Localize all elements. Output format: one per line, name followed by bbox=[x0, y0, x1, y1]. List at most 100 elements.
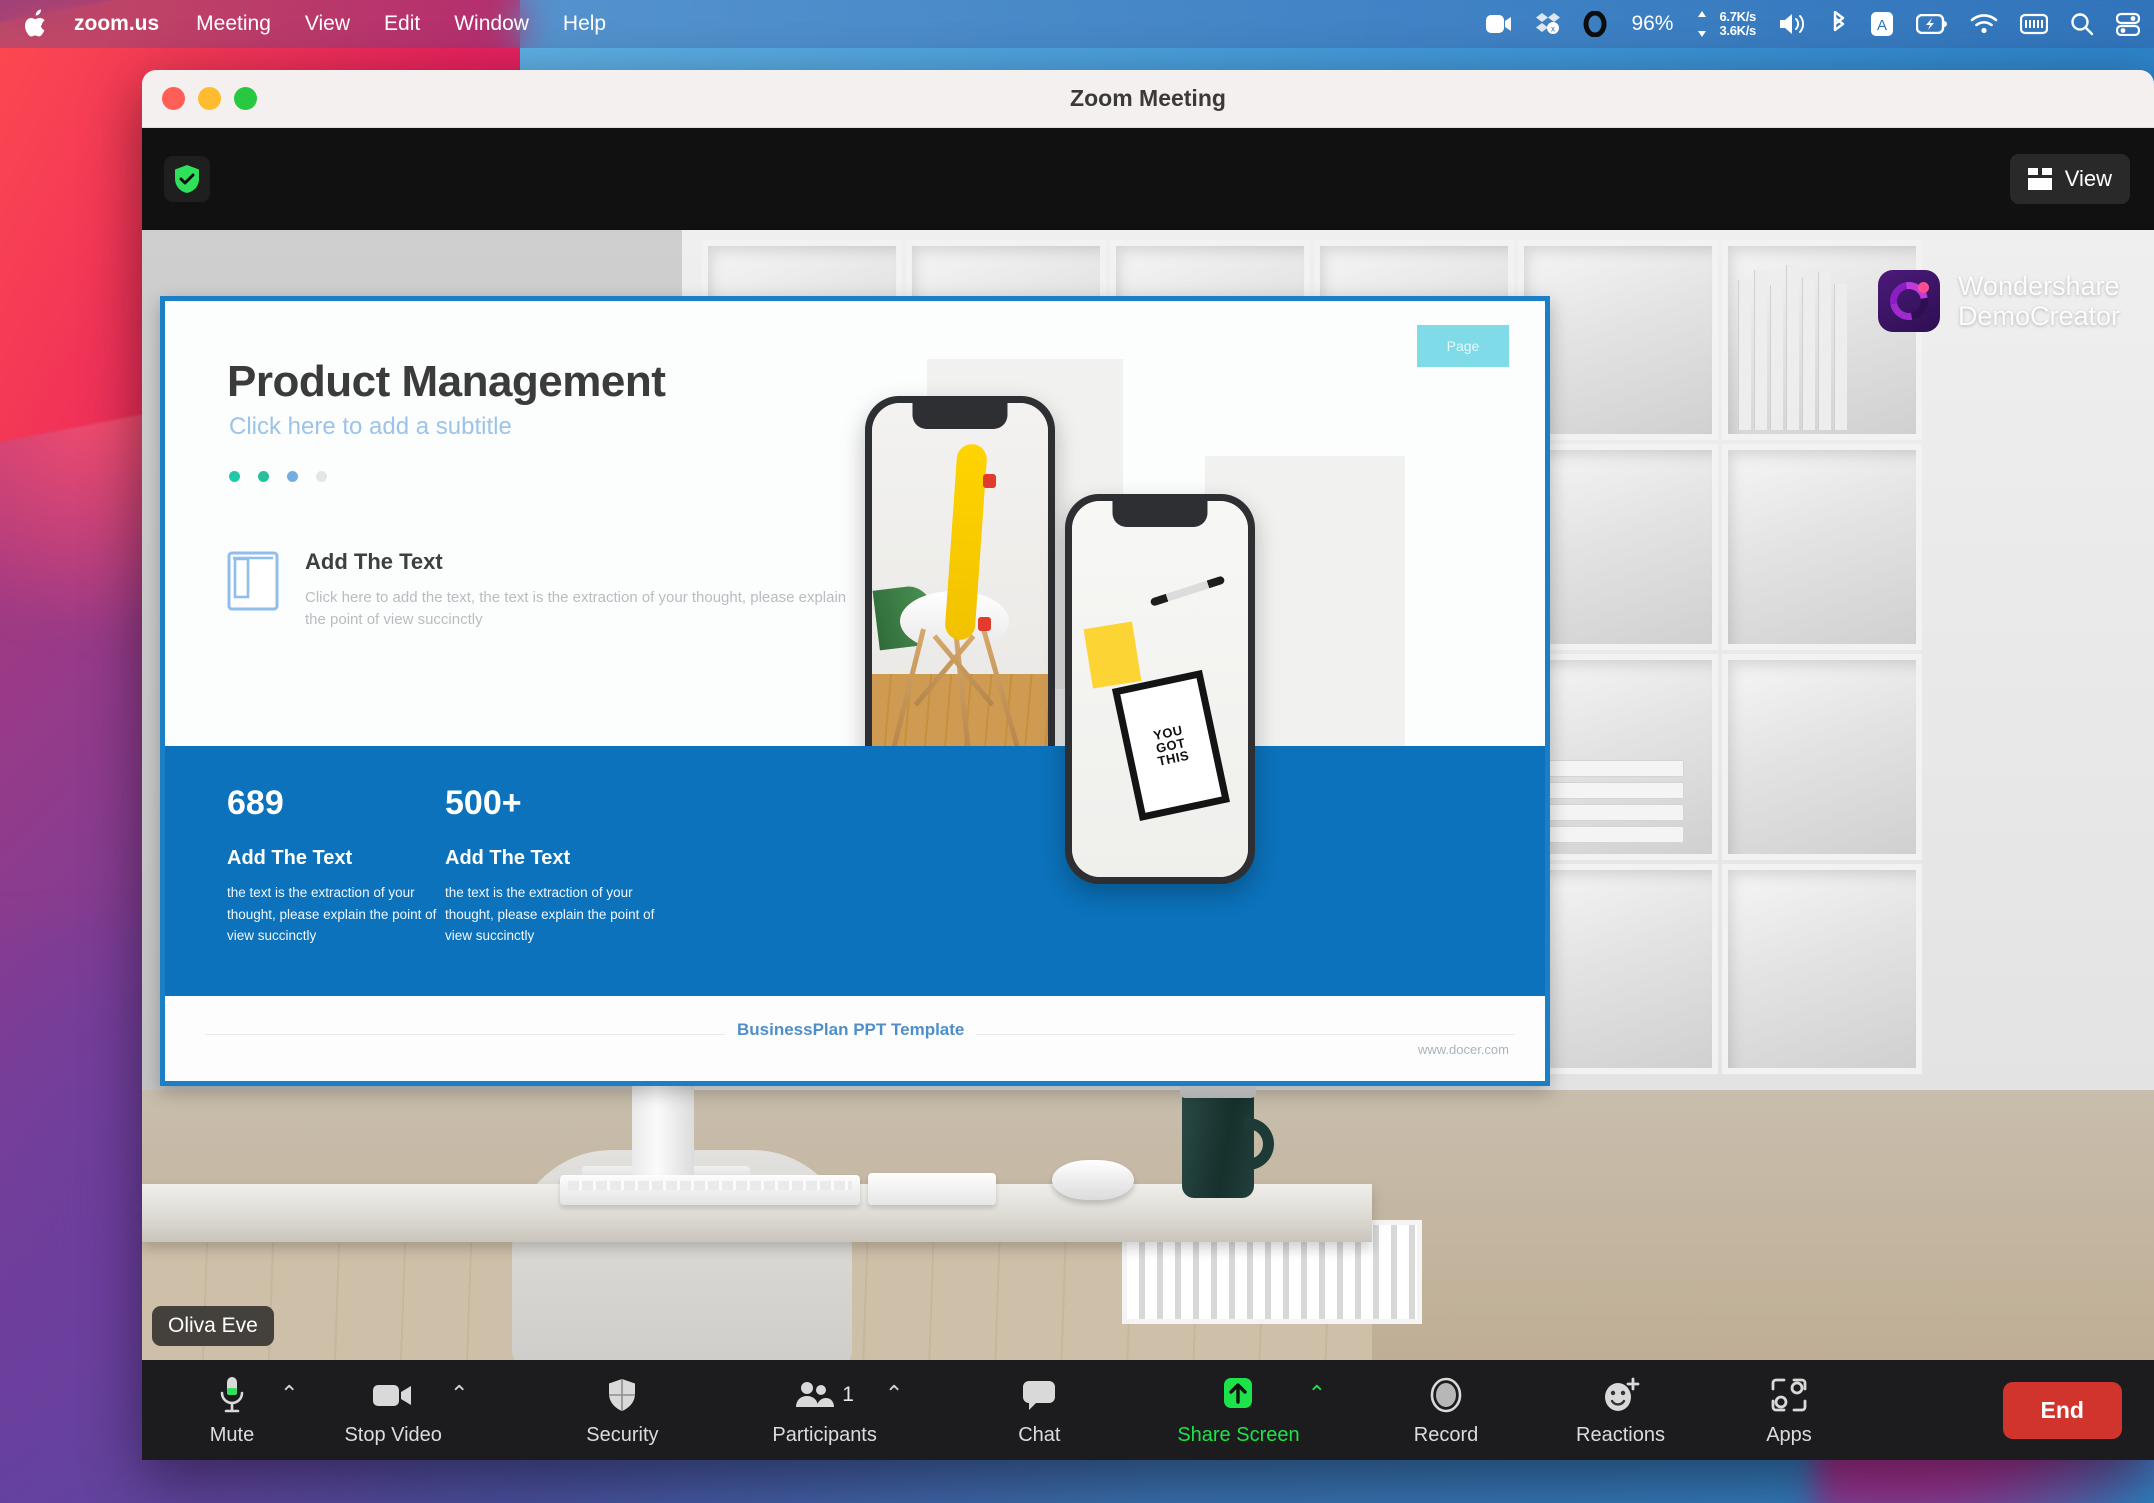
video-options-caret-icon[interactable]: ⌃ bbox=[450, 1382, 468, 1405]
menu-item-window[interactable]: Window bbox=[437, 0, 546, 48]
slide-stat-1-desc: the text is the extraction of your thoug… bbox=[227, 885, 437, 944]
apps-button[interactable]: Apps bbox=[1743, 1374, 1835, 1447]
slide-stat-1: 689 Add The Text the text is the extract… bbox=[227, 784, 467, 947]
chat-bubble-icon bbox=[1021, 1374, 1057, 1416]
wondershare-watermark: Wondershare DemoCreator bbox=[1877, 270, 2120, 332]
network-speed: 6.7K/s 3.6K/s bbox=[1719, 10, 1756, 37]
slide-top-section: Product Management Click here to add a s… bbox=[165, 301, 1545, 884]
watermark-line2: DemoCreator bbox=[1957, 301, 2120, 331]
close-button[interactable] bbox=[162, 87, 185, 110]
keyboard-icon[interactable] bbox=[2020, 0, 2048, 48]
shield-icon bbox=[607, 1374, 637, 1416]
mute-label: Mute bbox=[209, 1423, 255, 1446]
window-titlebar[interactable]: Zoom Meeting bbox=[142, 70, 2154, 128]
mute-button[interactable]: Mute bbox=[186, 1374, 278, 1447]
security-button[interactable]: Security bbox=[576, 1374, 668, 1447]
slide-dot-3 bbox=[287, 471, 298, 482]
participants-label: Participants bbox=[772, 1423, 877, 1446]
book-icon bbox=[227, 549, 281, 611]
svg-text:x: x bbox=[1551, 25, 1555, 34]
focus-ring-icon[interactable] bbox=[1583, 0, 1607, 48]
audio-options-caret-icon[interactable]: ⌃ bbox=[280, 1382, 298, 1405]
dropbox-icon[interactable]: x bbox=[1535, 0, 1561, 48]
end-meeting-button[interactable]: End bbox=[2002, 1381, 2122, 1439]
search-icon[interactable] bbox=[2070, 0, 2094, 48]
slide-dot-4 bbox=[316, 471, 327, 482]
slide-stat-1-number: 689 bbox=[227, 784, 284, 822]
menu-item-view[interactable]: View bbox=[288, 0, 367, 48]
slide-stat-1-label: Add The Text bbox=[227, 847, 353, 869]
share-screen-label: Share Screen bbox=[1177, 1423, 1300, 1446]
bluetooth-icon[interactable] bbox=[1830, 0, 1848, 48]
battery-charging-icon[interactable] bbox=[1916, 0, 1948, 48]
menu-bar-status-group: x 96% 6.7K/s 3.6K/s A bbox=[1485, 0, 2154, 48]
view-button[interactable]: View bbox=[2009, 154, 2130, 204]
slide-title: Product Management bbox=[227, 357, 666, 406]
wondershare-logo-icon bbox=[1877, 270, 1940, 332]
menu-item-edit[interactable]: Edit bbox=[367, 0, 437, 48]
slide-feature-block: Add The Text Click here to add the text,… bbox=[227, 549, 847, 631]
share-options-caret-icon[interactable]: ⌃ bbox=[1308, 1382, 1326, 1405]
mac-menu-bar: zoom.us Meeting View Edit Window Help x … bbox=[0, 0, 2154, 48]
microphone-icon bbox=[218, 1374, 246, 1416]
slide-footer: BusinessPlan PPT Template www.docer.com bbox=[165, 996, 1545, 1081]
zoom-camera-icon[interactable] bbox=[1485, 0, 1513, 48]
video-feed[interactable]: Wondershare DemoCreator Product Manageme… bbox=[142, 230, 2154, 1360]
slide-stat-2-label: Add The Text bbox=[445, 847, 571, 869]
network-activity-icon: 6.7K/s 3.6K/s bbox=[1695, 0, 1756, 48]
chat-button[interactable]: Chat bbox=[993, 1374, 1085, 1447]
toolbar-video-group: Stop Video ⌃ bbox=[338, 1374, 468, 1447]
slide-dot-2 bbox=[258, 471, 269, 482]
network-download: 3.6K/s bbox=[1719, 23, 1756, 38]
watermark-line1: Wondershare bbox=[1957, 270, 2120, 301]
reactions-label: Reactions bbox=[1576, 1423, 1665, 1446]
slide-dot-1 bbox=[229, 471, 240, 482]
slide-feature-title: Add The Text bbox=[305, 549, 443, 574]
participants-button[interactable]: 1 Participants bbox=[766, 1374, 883, 1447]
security-label: Security bbox=[586, 1423, 659, 1446]
reactions-button[interactable]: Reactions bbox=[1570, 1374, 1671, 1447]
meeting-toolbar: Mute ⌃ Stop Video ⌃ Security 1 Participa… bbox=[142, 1360, 2154, 1460]
video-camera-icon bbox=[372, 1374, 414, 1416]
menu-item-help[interactable]: Help bbox=[546, 0, 623, 48]
participant-name-tag: Oliva Eve bbox=[152, 1306, 274, 1346]
toolbar-participants-group: 1 Participants ⌃ bbox=[766, 1374, 903, 1447]
apple-logo-icon[interactable] bbox=[22, 9, 74, 39]
grid-view-icon bbox=[2027, 168, 2054, 190]
participants-count: 1 bbox=[842, 1382, 854, 1406]
meeting-stage: View Wondershare DemoCreator Product Man… bbox=[142, 128, 2154, 1460]
menu-item-meeting[interactable]: Meeting bbox=[179, 0, 288, 48]
apps-label: Apps bbox=[1766, 1423, 1812, 1446]
volume-icon[interactable] bbox=[1778, 0, 1808, 48]
record-button[interactable]: Record bbox=[1400, 1374, 1492, 1447]
minimize-button[interactable] bbox=[198, 87, 221, 110]
input-source-icon[interactable]: A bbox=[1870, 0, 1894, 48]
mug-lid bbox=[1180, 1084, 1256, 1098]
zoom-meeting-window: Zoom Meeting View Wondershare DemoCreato… bbox=[142, 70, 2154, 1460]
share-screen-arrow-icon bbox=[1216, 1374, 1260, 1416]
stop-video-button[interactable]: Stop Video bbox=[338, 1374, 448, 1447]
maximize-button[interactable] bbox=[234, 87, 257, 110]
monitor-stand bbox=[632, 1072, 694, 1184]
control-center-icon[interactable] bbox=[2116, 0, 2140, 48]
chat-label: Chat bbox=[1018, 1423, 1061, 1446]
slide-feature-body: Click here to add the text, the text is … bbox=[305, 589, 847, 628]
record-circle-icon bbox=[1428, 1374, 1464, 1416]
stop-video-label: Stop Video bbox=[344, 1423, 442, 1446]
wifi-icon[interactable] bbox=[1970, 0, 1998, 48]
phone-mockup-1 bbox=[865, 396, 1055, 786]
phone2-poster-text: YOU GOT THIS bbox=[1120, 678, 1221, 813]
menu-item-zoomus[interactable]: zoom.us bbox=[74, 0, 179, 48]
shared-slide[interactable]: Product Management Click here to add a s… bbox=[160, 296, 1550, 1086]
slide-page-badge: Page bbox=[1417, 325, 1509, 367]
participants-options-caret-icon[interactable]: ⌃ bbox=[885, 1382, 903, 1405]
mug-handle bbox=[1244, 1118, 1274, 1170]
slide-footer-url: www.docer.com bbox=[1417, 1042, 1509, 1057]
battery-percentage: 96% bbox=[1631, 12, 1674, 35]
participants-icon: 1 bbox=[795, 1374, 854, 1416]
record-label: Record bbox=[1413, 1423, 1479, 1446]
share-screen-button[interactable]: Share Screen bbox=[1171, 1374, 1305, 1447]
apps-icon bbox=[1770, 1374, 1808, 1416]
green-shield-check-icon[interactable] bbox=[164, 156, 210, 202]
desktop-wallpaper: zoom.us Meeting View Edit Window Help x … bbox=[0, 0, 2154, 1503]
